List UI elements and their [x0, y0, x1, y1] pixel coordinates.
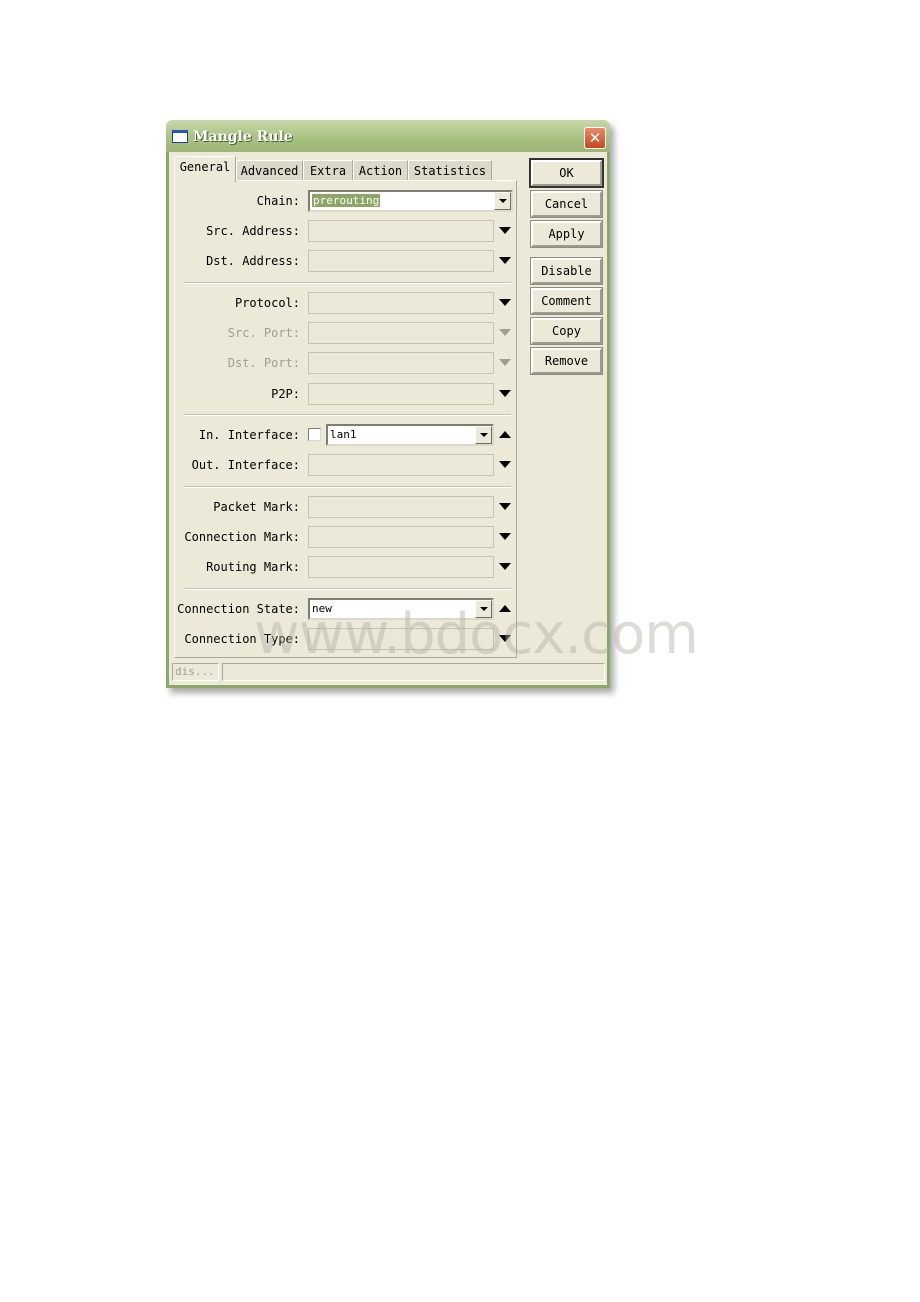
chain-value: prerouting [312, 194, 381, 207]
in-interface-label: In. Interface: [198, 428, 300, 442]
expand-down-icon[interactable] [499, 257, 511, 264]
cancel-button[interactable]: Cancel [530, 190, 603, 218]
chevron-down-icon[interactable] [475, 426, 492, 444]
remove-button[interactable]: Remove [530, 347, 603, 375]
connection-type-row: Connection Type: [175, 627, 515, 651]
routing-mark-field[interactable] [308, 556, 494, 578]
chevron-down-icon[interactable] [494, 192, 511, 210]
dst-address-label: Dst. Address: [206, 254, 300, 268]
tab-statistics[interactable]: Statistics [408, 160, 492, 181]
connection-state-label: Connection State: [177, 602, 300, 616]
in-interface-negate-checkbox[interactable] [308, 428, 321, 441]
connection-type-label: Connection Type: [184, 632, 300, 646]
connection-type-field[interactable] [308, 628, 494, 650]
src-port-row: Src. Port: [175, 321, 515, 345]
packet-mark-row: Packet Mark: [175, 495, 515, 519]
src-address-label: Src. Address: [206, 224, 300, 238]
status-message-cell [222, 663, 605, 681]
src-address-row: Src. Address: [175, 219, 515, 243]
ok-button[interactable]: OK [529, 158, 604, 188]
separator [183, 414, 511, 416]
expand-down-icon[interactable] [499, 635, 511, 642]
tab-action[interactable]: Action [353, 160, 408, 181]
packet-mark-label: Packet Mark: [213, 500, 300, 514]
src-port-field [308, 322, 494, 344]
chain-label: Chain: [256, 194, 300, 208]
tab-extra[interactable]: Extra [303, 160, 353, 181]
expand-down-icon[interactable] [499, 563, 511, 570]
in-interface-select[interactable]: lan1 [326, 424, 494, 446]
status-bar: dis... [172, 663, 605, 681]
p2p-row: P2P: [175, 382, 515, 406]
close-button[interactable]: ✕ [584, 127, 606, 149]
protocol-row: Protocol: [175, 291, 515, 315]
window-title: Mangle Rule [193, 129, 293, 145]
connection-state-select[interactable]: new [308, 598, 494, 620]
src-port-label: Src. Port: [227, 326, 300, 340]
expand-down-icon[interactable] [499, 227, 511, 234]
p2p-field[interactable] [308, 383, 494, 405]
connection-mark-row: Connection Mark: [175, 525, 515, 549]
routing-mark-label: Routing Mark: [206, 560, 300, 574]
tab-general[interactable]: General [174, 156, 236, 182]
connection-mark-label: Connection Mark: [184, 530, 300, 544]
chevron-down-icon[interactable] [475, 600, 492, 618]
expand-down-icon[interactable] [499, 503, 511, 510]
connection-mark-field[interactable] [308, 526, 494, 548]
collapse-up-icon[interactable] [499, 431, 511, 438]
expand-down-icon[interactable] [499, 533, 511, 540]
window-icon [172, 130, 188, 143]
tab-advanced[interactable]: Advanced [236, 160, 303, 181]
out-interface-label: Out. Interface: [191, 458, 300, 472]
expand-down-icon[interactable] [499, 390, 511, 397]
copy-button[interactable]: Copy [530, 317, 603, 345]
title-bar[interactable]: Mangle Rule ✕ [166, 120, 610, 152]
chain-row: Chain: prerouting [175, 189, 515, 213]
separator [183, 282, 511, 284]
dst-port-label: Dst. Port: [227, 356, 300, 370]
routing-mark-row: Routing Mark: [175, 555, 515, 579]
packet-mark-field[interactable] [308, 496, 494, 518]
connection-state-value: new [312, 602, 332, 615]
status-enabled-cell: dis... [172, 663, 219, 681]
separator [183, 486, 511, 488]
expand-down-icon[interactable] [499, 461, 511, 468]
out-interface-field[interactable] [308, 454, 494, 476]
disable-button[interactable]: Disable [530, 257, 603, 285]
in-interface-row: In. Interface: lan1 [175, 423, 515, 447]
src-address-field[interactable] [308, 220, 494, 242]
chain-select[interactable]: prerouting [308, 190, 513, 212]
protocol-label: Protocol: [234, 296, 300, 310]
apply-button[interactable]: Apply [530, 220, 603, 248]
collapse-up-icon[interactable] [499, 605, 511, 612]
expand-down-icon[interactable] [499, 299, 511, 306]
protocol-field[interactable] [308, 292, 494, 314]
p2p-label: P2P: [271, 387, 300, 401]
dst-port-field [308, 352, 494, 374]
expand-down-icon [499, 359, 511, 366]
dst-port-row: Dst. Port: [175, 351, 515, 375]
dst-address-row: Dst. Address: [175, 249, 515, 273]
connection-state-row: Connection State: new [175, 597, 515, 621]
dst-address-field[interactable] [308, 250, 494, 272]
comment-button[interactable]: Comment [530, 287, 603, 315]
in-interface-value: lan1 [330, 428, 357, 441]
expand-down-icon [499, 329, 511, 336]
mangle-rule-window: Mangle Rule ✕ General Advanced Extra Act… [166, 120, 610, 688]
general-panel: Chain: prerouting Src. Address: Dst. Add… [174, 180, 517, 658]
out-interface-row: Out. Interface: [175, 453, 515, 477]
separator [183, 588, 511, 590]
